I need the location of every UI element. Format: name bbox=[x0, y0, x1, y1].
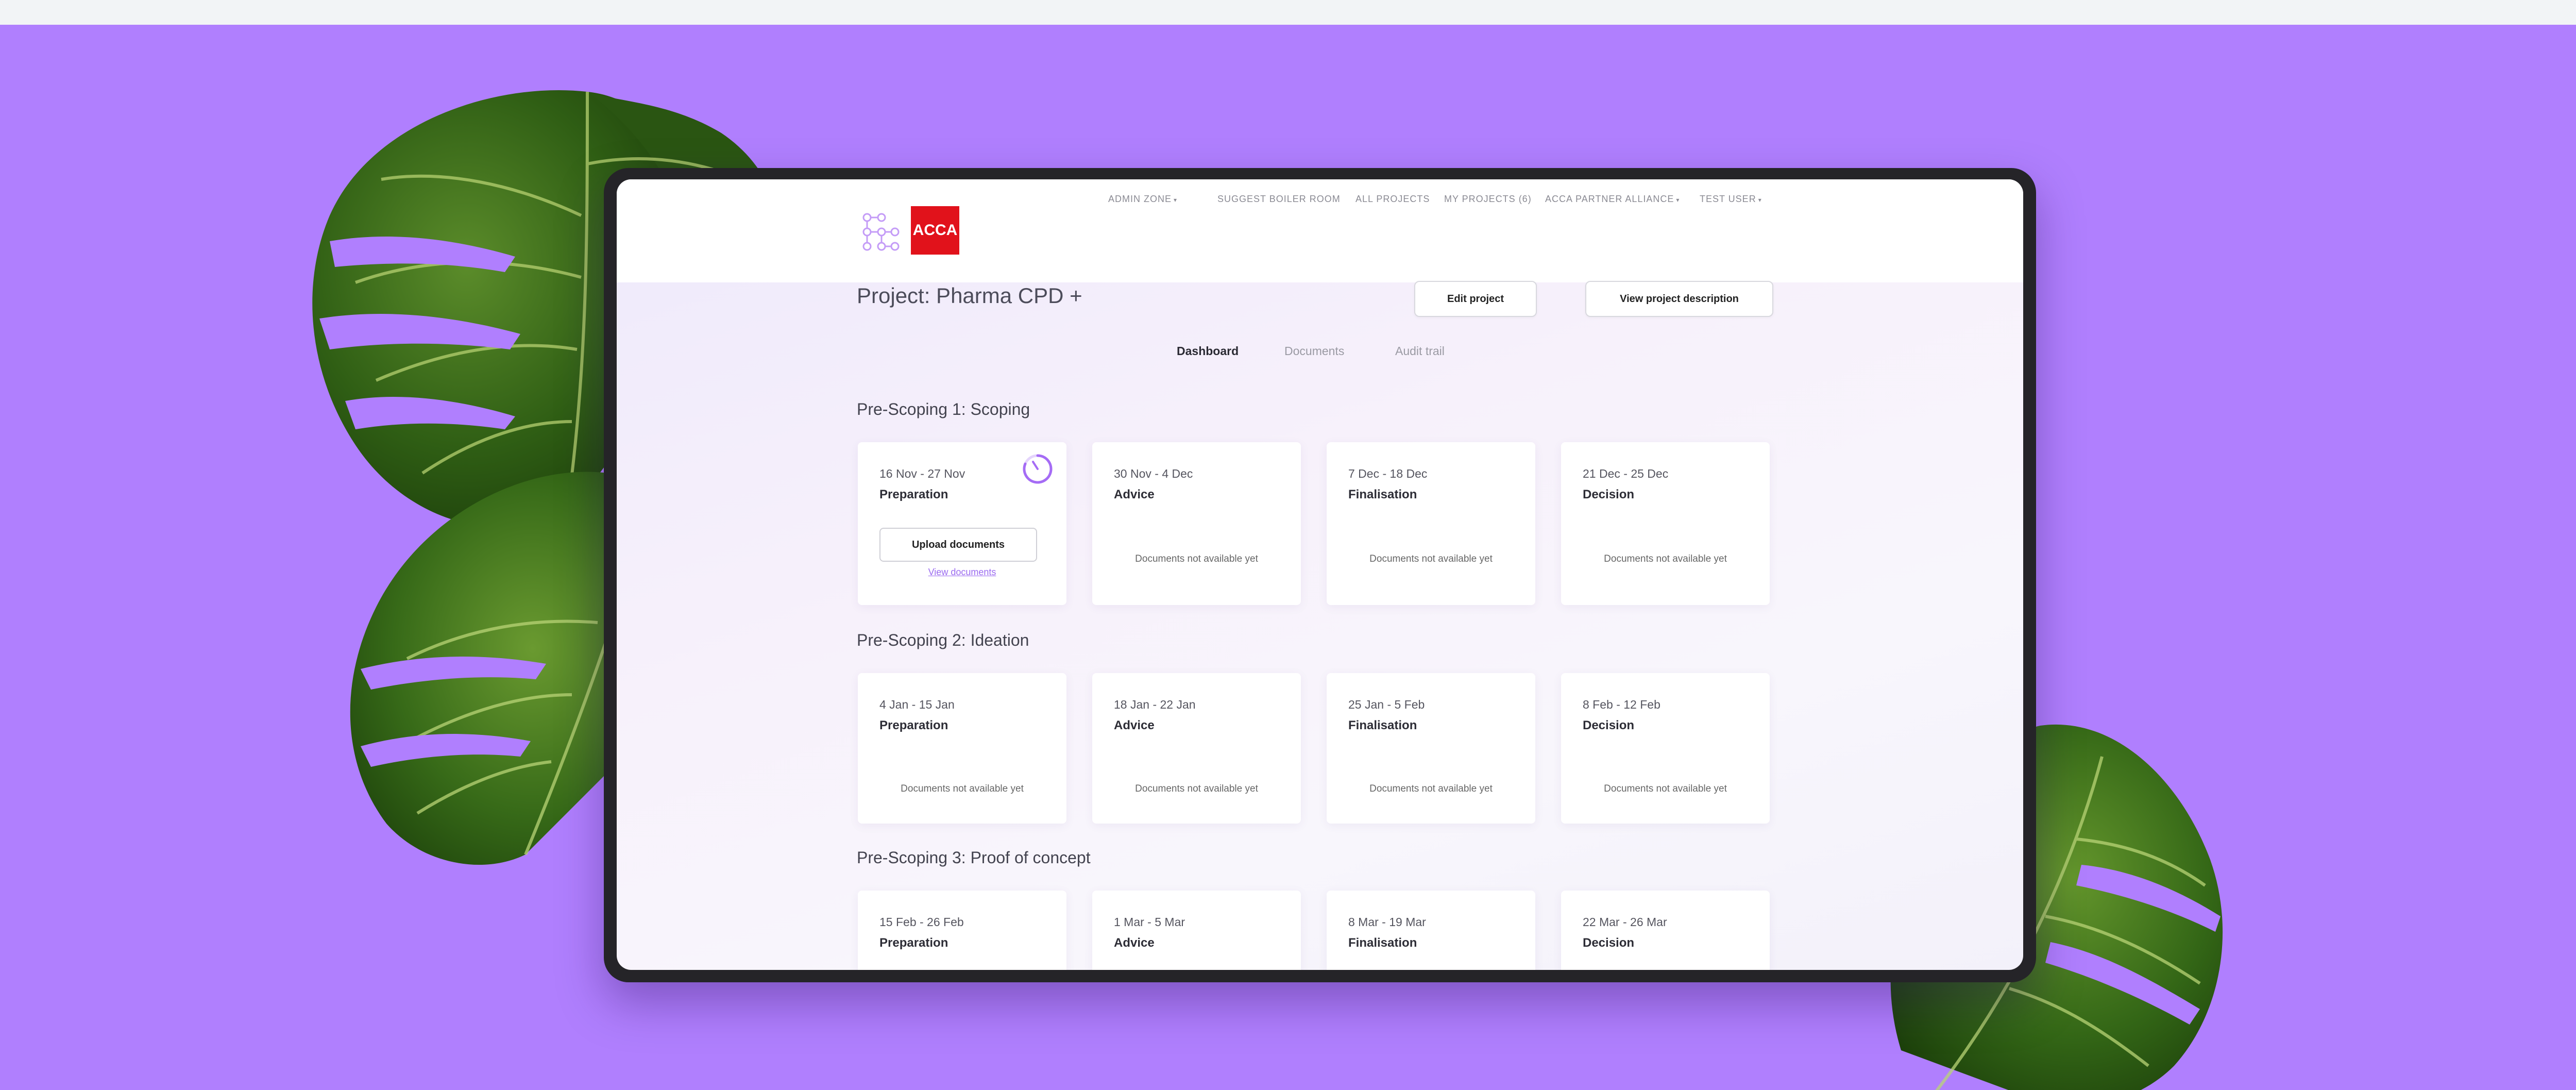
card-date: 16 Nov - 27 Nov bbox=[879, 467, 965, 480]
nav-suggest-boiler-room[interactable]: SUGGEST BOILER ROOM bbox=[1217, 194, 1341, 205]
card-phase: Preparation bbox=[879, 488, 948, 501]
network-dots-icon bbox=[862, 213, 900, 251]
main-nav: ADMIN ZONE ▾ SUGGEST BOILER ROOM ALL PROJ… bbox=[617, 194, 2023, 206]
phase-card: 8 Feb - 12 Feb Decision Documents not av… bbox=[1561, 673, 1770, 824]
card-date: 7 Dec - 18 Dec bbox=[1348, 467, 1428, 480]
card-phase: Preparation bbox=[879, 718, 948, 732]
chevron-down-icon: ▾ bbox=[1758, 196, 1762, 204]
nav-admin-zone[interactable]: ADMIN ZONE ▾ bbox=[1108, 194, 1177, 205]
acca-logo[interactable]: ACCA bbox=[911, 206, 959, 255]
page-title: Project: Pharma CPD + bbox=[857, 283, 1082, 308]
nav-label: TEST USER bbox=[1700, 194, 1756, 204]
card-phase: Decision bbox=[1583, 936, 1635, 950]
nav-test-user[interactable]: TEST USER ▾ bbox=[1700, 194, 1762, 205]
nav-partner-alliance[interactable]: ACCA PARTNER ALLIANCE ▾ bbox=[1545, 194, 1680, 205]
phase-card: 7 Dec - 18 Dec Finalisation Documents no… bbox=[1327, 442, 1535, 605]
tab-documents[interactable]: Documents bbox=[1284, 344, 1344, 358]
phase-card: 16 Nov - 27 Nov Preparation Upload docum… bbox=[858, 442, 1066, 605]
card-date: 30 Nov - 4 Dec bbox=[1114, 467, 1193, 480]
tab-bar: Dashboard Documents Audit trail bbox=[617, 344, 2023, 370]
card-date: 8 Mar - 19 Mar bbox=[1348, 915, 1426, 929]
phase-card: 4 Jan - 15 Jan Preparation Documents not… bbox=[858, 673, 1066, 824]
top-header: ACCA ADMIN ZONE ▾ SUGGEST BOILER ROOM ALL… bbox=[617, 179, 2023, 282]
chevron-down-icon: ▾ bbox=[1174, 196, 1178, 204]
tab-audit-trail[interactable]: Audit trail bbox=[1395, 344, 1445, 358]
documents-status: Documents not available yet bbox=[1604, 783, 1727, 794]
card-date: 1 Mar - 5 Mar bbox=[1114, 915, 1185, 929]
phase-card: 1 Mar - 5 Mar Advice bbox=[1092, 891, 1301, 970]
view-project-description-button[interactable]: View project description bbox=[1585, 281, 1773, 317]
documents-status: Documents not available yet bbox=[1135, 783, 1258, 794]
phase-card: 8 Mar - 19 Mar Finalisation bbox=[1327, 891, 1535, 970]
documents-status: Documents not available yet bbox=[1369, 554, 1493, 564]
upload-documents-button[interactable]: Upload documents bbox=[879, 528, 1037, 562]
card-phase: Preparation bbox=[879, 936, 948, 950]
nav-label: ALL PROJECTS bbox=[1355, 194, 1430, 204]
nav-my-projects[interactable]: MY PROJECTS (6) bbox=[1444, 194, 1532, 205]
nav-label: ACCA PARTNER ALLIANCE bbox=[1545, 194, 1674, 204]
section-title: Pre-Scoping 1: Scoping bbox=[857, 400, 1030, 418]
edit-project-button[interactable]: Edit project bbox=[1414, 281, 1537, 317]
card-date: 15 Feb - 26 Feb bbox=[879, 915, 964, 929]
card-date: 8 Feb - 12 Feb bbox=[1583, 698, 1660, 711]
view-documents-link[interactable]: View documents bbox=[858, 567, 1066, 578]
card-date: 21 Dec - 25 Dec bbox=[1583, 467, 1669, 480]
nav-all-projects[interactable]: ALL PROJECTS bbox=[1355, 194, 1430, 205]
phase-card: 18 Jan - 22 Jan Advice Documents not ava… bbox=[1092, 673, 1301, 824]
app-screen: ACCA ADMIN ZONE ▾ SUGGEST BOILER ROOM ALL… bbox=[617, 179, 2023, 970]
documents-status: Documents not available yet bbox=[1604, 554, 1727, 564]
phase-card: 22 Mar - 26 Mar Decision bbox=[1561, 891, 1770, 970]
card-date: 18 Jan - 22 Jan bbox=[1114, 698, 1196, 711]
nav-label: SUGGEST BOILER ROOM bbox=[1217, 194, 1341, 204]
phase-card: 30 Nov - 4 Dec Advice Documents not avai… bbox=[1092, 442, 1301, 605]
phase-card: 15 Feb - 26 Feb Preparation bbox=[858, 891, 1066, 970]
card-phase: Finalisation bbox=[1348, 488, 1417, 501]
card-date: 4 Jan - 15 Jan bbox=[879, 698, 955, 711]
section-title: Pre-Scoping 2: Ideation bbox=[857, 631, 1029, 649]
nav-label: MY PROJECTS (6) bbox=[1444, 194, 1532, 204]
card-phase: Decision bbox=[1583, 488, 1635, 501]
card-phase: Decision bbox=[1583, 718, 1635, 732]
card-date: 25 Jan - 5 Feb bbox=[1348, 698, 1425, 711]
card-phase: Advice bbox=[1114, 488, 1155, 501]
chevron-down-icon: ▾ bbox=[1676, 196, 1680, 204]
card-date: 22 Mar - 26 Mar bbox=[1583, 915, 1667, 929]
documents-status: Documents not available yet bbox=[1135, 554, 1258, 564]
card-phase: Advice bbox=[1114, 718, 1155, 732]
card-phase: Finalisation bbox=[1348, 936, 1417, 950]
nav-label: ADMIN ZONE bbox=[1108, 194, 1172, 204]
card-phase: Advice bbox=[1114, 936, 1155, 950]
tab-dashboard[interactable]: Dashboard bbox=[1177, 344, 1239, 358]
phase-card: 21 Dec - 25 Dec Decision Documents not a… bbox=[1561, 442, 1770, 605]
documents-status: Documents not available yet bbox=[1369, 783, 1493, 794]
card-phase: Finalisation bbox=[1348, 718, 1417, 732]
timer-icon bbox=[1023, 454, 1053, 484]
section-title: Pre-Scoping 3: Proof of concept bbox=[857, 848, 1091, 867]
phase-card: 25 Jan - 5 Feb Finalisation Documents no… bbox=[1327, 673, 1535, 824]
documents-status: Documents not available yet bbox=[901, 783, 1024, 794]
